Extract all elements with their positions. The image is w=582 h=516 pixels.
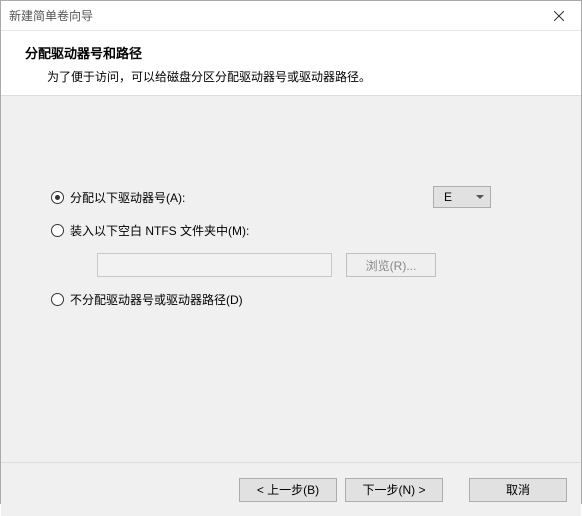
page-description: 为了便于访问，可以给磁盘分区分配驱动器号或驱动器路径。 [25, 68, 557, 85]
mount-path-input [97, 253, 332, 277]
option-mount-radio-group[interactable]: 装入以下空白 NTFS 文件夹中(M): [51, 222, 249, 239]
drive-letter-select[interactable]: E [433, 186, 491, 208]
wizard-footer: < 上一步(B) 下一步(N) > 取消 [1, 462, 581, 516]
browse-button: 浏览(R)... [346, 253, 436, 277]
mount-path-row: 浏览(R)... [97, 253, 531, 277]
radio-mount-folder[interactable] [51, 224, 64, 237]
radio-assign-letter[interactable] [51, 191, 64, 204]
next-button[interactable]: 下一步(N) > [345, 478, 443, 502]
cancel-button[interactable]: 取消 [469, 478, 567, 502]
title-bar: 新建简单卷向导 [1, 1, 581, 31]
close-icon [554, 11, 564, 21]
radio-mount-label: 装入以下空白 NTFS 文件夹中(M): [70, 222, 249, 239]
option-assign-radio-group[interactable]: 分配以下驱动器号(A): [51, 189, 185, 206]
radio-none-label: 不分配驱动器号或驱动器路径(D) [70, 291, 243, 308]
option-mount-row: 装入以下空白 NTFS 文件夹中(M): [51, 222, 531, 239]
option-assign-row: 分配以下驱动器号(A): E [51, 186, 531, 208]
back-button[interactable]: < 上一步(B) [239, 478, 337, 502]
chevron-down-icon [476, 195, 484, 199]
option-none-radio-group[interactable]: 不分配驱动器号或驱动器路径(D) [51, 291, 243, 308]
radio-no-assign[interactable] [51, 293, 64, 306]
window-title: 新建简单卷向导 [9, 7, 93, 24]
wizard-content: 分配以下驱动器号(A): E 装入以下空白 NTFS 文件夹中(M): 浏览(R… [1, 96, 581, 462]
page-title: 分配驱动器号和路径 [25, 43, 557, 62]
option-none-row: 不分配驱动器号或驱动器路径(D) [51, 291, 531, 308]
close-button[interactable] [536, 1, 581, 30]
drive-letter-value: E [444, 190, 452, 204]
wizard-header: 分配驱动器号和路径 为了便于访问，可以给磁盘分区分配驱动器号或驱动器路径。 [1, 31, 581, 95]
radio-assign-label: 分配以下驱动器号(A): [70, 189, 185, 206]
